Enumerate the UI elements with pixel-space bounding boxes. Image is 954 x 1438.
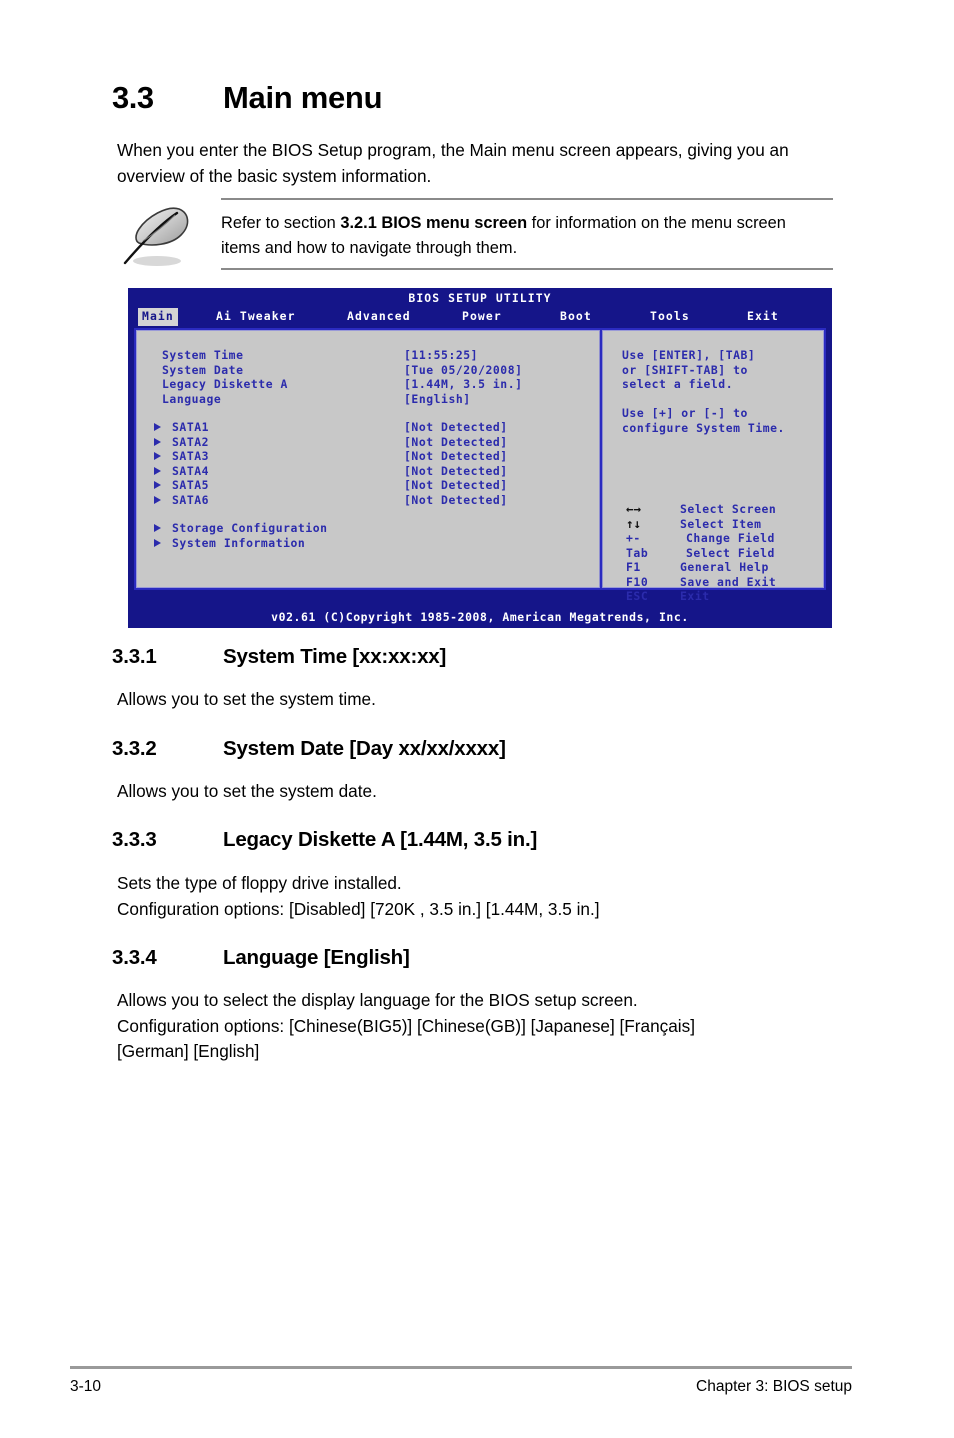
subsection-heading-332: 3.3.2 System Date [Day xx/xx/xxxx] xyxy=(112,737,872,761)
bios-nav-key: ↑↓ xyxy=(626,515,642,531)
bios-nav-description: Select Screen xyxy=(680,502,777,516)
subsection-number: 3.3.3 xyxy=(112,828,157,851)
subsection-heading-331: 3.3.1 System Time [xx:xx:xx] xyxy=(112,645,872,669)
subsection-heading-334: 3.3.4 Language [English] xyxy=(112,946,872,970)
bios-field-label: System Time xyxy=(162,348,244,362)
footer-rule xyxy=(70,1366,852,1369)
section-intro-paragraph: When you enter the BIOS Setup program, t… xyxy=(117,140,789,186)
submenu-triangle-icon xyxy=(154,538,161,547)
bios-nav-key: ←→ xyxy=(626,501,642,516)
bios-menu-tabs: Main Ai Tweaker Advanced Power Boot Tools Exit xyxy=(128,307,832,326)
bios-sata-value: [Not Detected] xyxy=(404,463,508,478)
subsection-title: Language [English] xyxy=(223,946,410,969)
bios-sata-value: [Not Detected] xyxy=(404,420,508,434)
bios-submenu-label: System Information xyxy=(172,535,306,550)
bios-sata-label: SATA4 xyxy=(172,463,210,478)
bios-nav-key: +- xyxy=(626,531,641,545)
bios-sata-label: SATA3 xyxy=(172,449,210,463)
note-rule-bottom xyxy=(221,268,833,270)
bios-main-panel: System Time [11:55:25] System Date [Tue 05/… xyxy=(136,330,599,588)
subsection-number: 3.3.4 xyxy=(112,946,157,969)
bios-sata-label: SATA5 xyxy=(172,478,210,492)
subsection-title: System Time [xx:xx:xx] xyxy=(223,645,447,668)
subsection-number: 3.3.2 xyxy=(112,737,157,760)
subsection-title: Legacy Diskette A [1.44M, 3.5 in.] xyxy=(223,828,538,851)
bios-nav-key: Tab xyxy=(626,545,649,560)
bios-nav-key: ESC xyxy=(626,589,649,603)
bios-nav-description: Save and Exit xyxy=(680,574,777,589)
bios-sata-value: [Not Detected] xyxy=(404,434,508,449)
submenu-triangle-icon xyxy=(154,466,161,475)
note-rule-top xyxy=(221,198,833,200)
note-text: Refer to section 3.2.1 BIOS menu screen … xyxy=(221,211,829,261)
bios-field-label: System Date xyxy=(162,362,244,377)
note-text-bold: 3.2.1 BIOS menu screen xyxy=(340,214,528,232)
bios-help-line: Use [+] or [-] to xyxy=(622,406,748,420)
bios-tab-ai-tweaker[interactable]: Ai Tweaker xyxy=(212,308,300,326)
bios-nav-key: F1 xyxy=(626,560,641,574)
bios-tab-main[interactable]: Main xyxy=(138,308,178,326)
bios-field-value[interactable]: [11:55:25] xyxy=(404,348,478,363)
bios-sata-value: [Not Detected] xyxy=(404,449,508,463)
bios-panel-divider xyxy=(599,330,603,588)
subsection-body-334: Allows you to select the display languag… xyxy=(117,990,695,1061)
bios-help-line: select a field. xyxy=(622,377,734,391)
bios-submenu-label: Storage Configuration xyxy=(172,521,328,535)
subsection-body-331: Allows you to set the system time. xyxy=(117,689,376,709)
submenu-triangle-icon xyxy=(154,437,161,446)
bios-field-label: Legacy Diskette A xyxy=(162,377,288,391)
bios-nav-description: General Help xyxy=(680,560,769,574)
bios-tab-advanced[interactable]: Advanced xyxy=(343,308,415,326)
bios-sata-value: [Not Detected] xyxy=(404,478,508,492)
bios-tab-tools[interactable]: Tools xyxy=(646,308,694,326)
bios-setup-screen: BIOS SETUP UTILITY Main Ai Tweaker Advance… xyxy=(128,288,832,628)
note-box: Refer to section 3.2.1 BIOS menu screen … xyxy=(117,198,833,270)
bios-nav-description: Exit xyxy=(680,589,710,603)
subsection-body-333: Sets the type of floppy drive installed.… xyxy=(117,873,600,919)
bios-help-panel: Use [ENTER], [TAB] or [SHIFT-TAB] to selec… xyxy=(604,330,824,603)
submenu-triangle-icon xyxy=(154,495,161,504)
submenu-triangle-icon xyxy=(154,524,161,532)
section-title: Main menu xyxy=(223,80,383,115)
bios-nav-description: Select Field xyxy=(686,545,775,560)
submenu-triangle-icon xyxy=(154,481,161,489)
chapter-label: Chapter 3: BIOS setup xyxy=(696,1378,852,1395)
bios-help-line: configure System Time. xyxy=(622,420,785,435)
subsection-body-332: Allows you to set the system date. xyxy=(117,781,377,801)
quill-pen-icon xyxy=(117,203,203,269)
bios-title: BIOS SETUP UTILITY xyxy=(408,291,552,305)
bios-nav-description: Select Item xyxy=(680,516,762,531)
section-heading: 3.3 Main menu xyxy=(112,80,832,116)
page-number: 3-10 xyxy=(70,1378,102,1395)
bios-field-value[interactable]: [1.44M, 3.5 in.] xyxy=(404,377,523,392)
bios-field-value[interactable]: [Tue 05/20/2008] xyxy=(404,363,523,378)
submenu-triangle-icon xyxy=(154,423,161,431)
bios-sata-label: SATA2 xyxy=(172,434,210,449)
section-number: 3.3 xyxy=(112,80,154,115)
bios-tab-exit[interactable]: Exit xyxy=(743,308,783,326)
note-text-before: Refer to section xyxy=(221,214,341,232)
bios-sata-value: [Not Detected] xyxy=(404,492,508,507)
submenu-triangle-icon xyxy=(154,452,161,460)
subsection-number: 3.3.1 xyxy=(112,645,157,668)
bios-nav-description: Change Field xyxy=(686,531,775,545)
bios-tab-power[interactable]: Power xyxy=(458,308,506,326)
subsection-title: System Date [Day xx/xx/xxxx] xyxy=(223,737,506,760)
bios-version-footer: v02.61 (C)Copyright 1985-2008, American … xyxy=(271,609,689,624)
bios-help-line: or [SHIFT-TAB] to xyxy=(622,362,748,377)
document-page: 3.3 Main menu When you enter the BIOS Se… xyxy=(0,0,954,1438)
bios-tab-boot[interactable]: Boot xyxy=(556,308,596,326)
bios-field-value[interactable]: [English] xyxy=(404,392,471,407)
bios-help-line: Use [ENTER], [TAB] xyxy=(622,348,756,362)
bios-nav-key: F10 xyxy=(626,574,649,589)
bios-field-label: Language xyxy=(162,391,222,406)
subsection-heading-333: 3.3.3 Legacy Diskette A [1.44M, 3.5 in.] xyxy=(112,828,872,852)
bios-sata-label: SATA6 xyxy=(172,492,210,507)
bios-body: System Time [11:55:25] System Date [Tue 05/… xyxy=(134,328,826,603)
bios-sata-label: SATA1 xyxy=(172,420,210,434)
